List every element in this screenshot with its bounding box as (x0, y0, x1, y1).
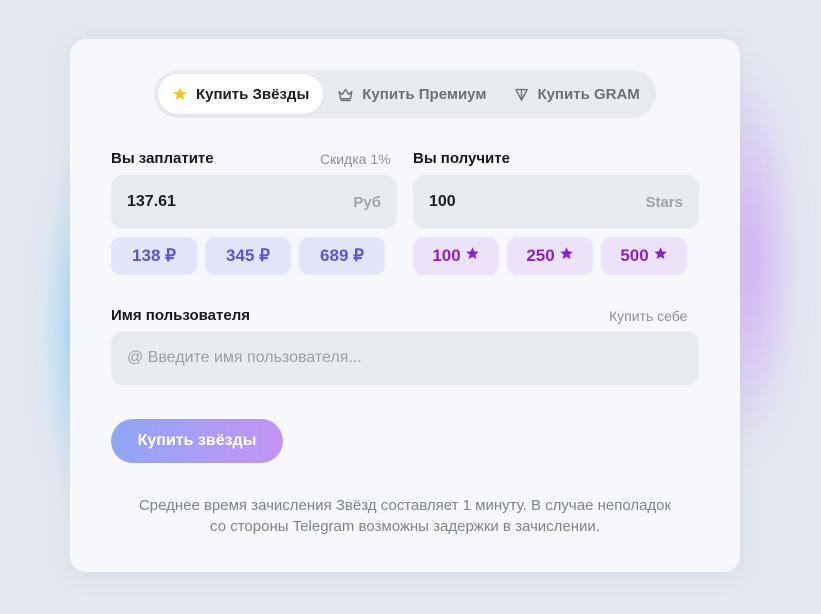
buy-stars-button[interactable]: Купить звёзды (111, 419, 283, 463)
buy-for-self-link[interactable]: Купить себе (609, 308, 687, 324)
chip-label: 250 (526, 246, 555, 265)
tab-label: Купить Премиум (362, 85, 487, 103)
delivery-note: Среднее время зачисления Звёзд составляе… (138, 497, 672, 535)
tab-buy-premium[interactable]: Купить Премиум (323, 74, 500, 114)
star-icon (172, 86, 188, 102)
chip-label: 345 ₽ (226, 246, 270, 265)
star-icon (653, 246, 668, 266)
pay-preset-689[interactable]: 689 ₽ (299, 237, 385, 275)
receive-label: Вы получите (413, 150, 510, 167)
purchase-tabs: Купить Звёзды Купить Премиум Купить GRAM (154, 70, 656, 118)
pay-preset-345[interactable]: 345 ₽ (205, 237, 291, 275)
chip-label: 500 (620, 246, 649, 265)
pay-amount-field[interactable]: 137.61 Руб (111, 175, 397, 229)
pay-currency-unit: Руб (353, 193, 381, 211)
receive-amount-field[interactable]: 100 Stars (413, 175, 699, 229)
receive-preset-500[interactable]: 500 (601, 237, 687, 275)
pay-amount-value: 137.61 (127, 193, 176, 210)
tab-buy-stars[interactable]: Купить Звёзды (158, 74, 324, 114)
tab-buy-gram[interactable]: Купить GRAM (500, 74, 653, 114)
purchase-card: Купить Звёзды Купить Премиум Купить GRAM… (70, 39, 740, 572)
discount-label: Скидка 1% (320, 151, 391, 167)
crown-icon (337, 87, 354, 102)
star-icon (559, 246, 574, 266)
username-label: Имя пользователя (111, 307, 250, 324)
receive-preset-250[interactable]: 250 (507, 237, 593, 275)
pay-preset-138[interactable]: 138 ₽ (111, 237, 197, 275)
receive-preset-100[interactable]: 100 (413, 237, 499, 275)
tab-label: Купить GRAM (537, 85, 640, 103)
chip-label: 138 ₽ (132, 246, 176, 265)
tab-label: Купить Звёзды (196, 85, 310, 103)
chip-label: 100 (432, 246, 461, 265)
receive-amount-value: 100 (429, 193, 456, 210)
username-input[interactable] (111, 331, 699, 385)
star-icon (465, 246, 480, 266)
receive-unit: Stars (645, 193, 683, 211)
chip-label: 689 ₽ (320, 246, 364, 265)
gram-icon (514, 87, 529, 102)
pay-label: Вы заплатите (111, 150, 214, 167)
